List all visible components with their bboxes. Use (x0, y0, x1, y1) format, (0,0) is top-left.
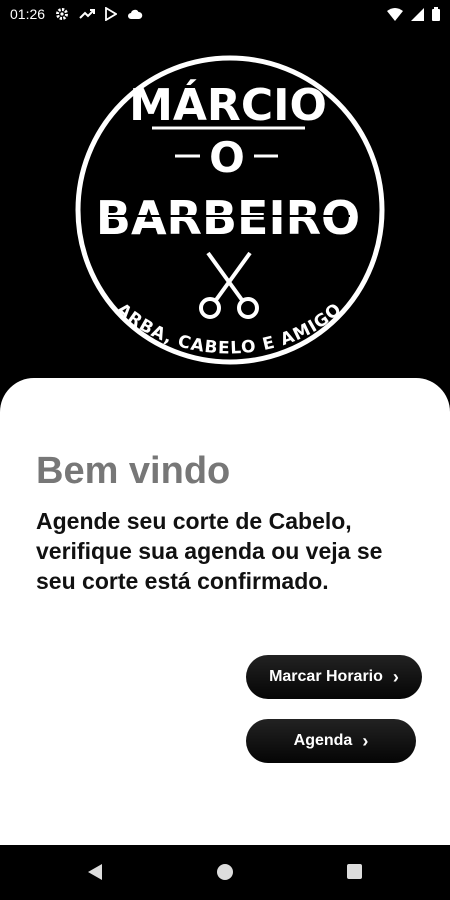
navigation-bar (0, 845, 450, 900)
gear-icon (55, 7, 69, 21)
back-icon[interactable] (86, 863, 104, 886)
logo-area: MÁRCIO O BARBEIRO BARBA, CABELO E AMIGOS (0, 13, 450, 398)
welcome-title: Bem vindo (36, 450, 231, 492)
home-icon[interactable] (216, 863, 234, 886)
welcome-card: Bem vindo Agende seu corte de Cabelo, ve… (0, 378, 450, 845)
status-time: 01:26 (10, 6, 46, 22)
marcar-horario-button[interactable]: Marcar Horario › (246, 655, 422, 699)
status-bar: 01:26 (0, 0, 450, 28)
agenda-button[interactable]: Agenda › (246, 719, 416, 763)
logo-line-3: BARBEIRO (96, 191, 360, 245)
play-store-icon (105, 7, 118, 21)
wifi-icon (387, 7, 403, 21)
recents-icon[interactable] (346, 863, 363, 885)
chevron-right-icon: › (392, 667, 399, 687)
signal-icon (411, 7, 424, 21)
brand-logo: MÁRCIO O BARBEIRO BARBA, CABELO E AMIGOS (0, 13, 393, 373)
logo-line-2: O (209, 133, 245, 182)
welcome-description: Agende seu corte de Cabelo, verifique su… (36, 508, 383, 594)
agenda-label: Agenda (293, 732, 353, 749)
cloud-icon (127, 9, 143, 20)
chevron-right-icon: › (362, 731, 369, 751)
battery-icon (432, 7, 440, 21)
marcar-horario-label: Marcar Horario (269, 668, 383, 685)
trend-icon (79, 8, 96, 20)
logo-line-1: MÁRCIO (129, 78, 327, 131)
